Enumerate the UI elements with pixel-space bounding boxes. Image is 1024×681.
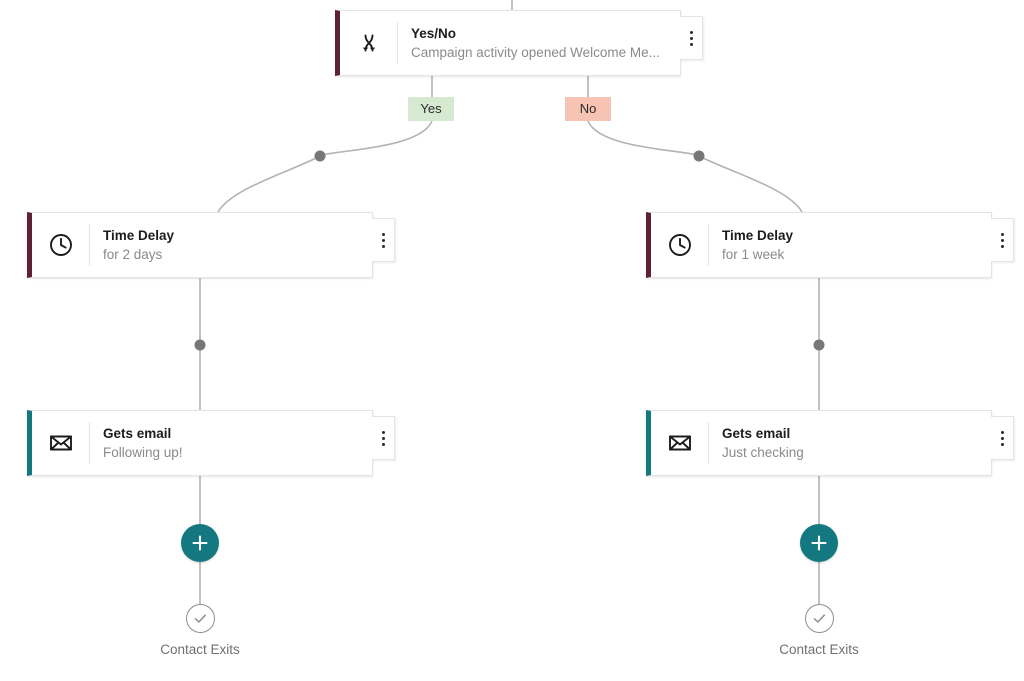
contact-exit-left: Contact Exits (120, 604, 280, 657)
add-step-button-right[interactable] (800, 524, 838, 562)
check-circle-icon (804, 604, 834, 633)
node-title: Time Delay (722, 227, 794, 243)
node-subtitle: Campaign activity opened Welcome Me... (411, 44, 660, 60)
contact-exit-label: Contact Exits (779, 642, 859, 657)
envelope-icon (32, 411, 89, 475)
node-time-delay-right[interactable]: Time Delay for 1 week (646, 212, 992, 278)
workflow-canvas[interactable]: Yes/No Campaign activity opened Welcome … (0, 0, 1024, 681)
kebab-dot (381, 442, 385, 446)
edge-no-to-delay-right-2 (698, 155, 803, 213)
node-gets-email-left[interactable]: Gets email Following up! (27, 410, 373, 476)
node-title: Gets email (103, 425, 172, 441)
kebab-dot (1000, 442, 1004, 446)
edge-dot-left-chain (194, 339, 206, 351)
kebab-dot (381, 430, 385, 434)
check-circle-icon (185, 604, 215, 633)
branch-label-no[interactable]: No (565, 97, 611, 121)
node-text-block: Gets email Just checking (709, 411, 991, 475)
branch-label-yes[interactable]: Yes (408, 97, 454, 121)
edge-dot-no (693, 150, 705, 162)
node-subtitle: Just checking (722, 444, 804, 460)
kebab-dot (381, 238, 385, 242)
node-text-block: Time Delay for 1 week (709, 213, 991, 277)
node-menu-button-time-delay-right[interactable] (991, 218, 1014, 262)
kebab-dot (1000, 232, 1004, 236)
edge-yes-to-delay-left-2 (217, 155, 321, 213)
edge-dot-yes (314, 150, 326, 162)
node-gets-email-right[interactable]: Gets email Just checking (646, 410, 992, 476)
kebab-dot (1000, 430, 1004, 434)
node-subtitle: Following up! (103, 444, 183, 460)
plus-icon (811, 535, 827, 551)
node-time-delay-left[interactable]: Time Delay for 2 days (27, 212, 373, 278)
node-menu-button-gets-email-left[interactable] (372, 416, 395, 460)
node-subtitle: for 1 week (722, 246, 785, 262)
kebab-dot (381, 244, 385, 248)
node-title: Time Delay (103, 227, 175, 243)
contact-exit-right: Contact Exits (739, 604, 899, 657)
node-subtitle: for 2 days (103, 246, 163, 262)
node-condition-yes-no[interactable]: Yes/No Campaign activity opened Welcome … (335, 10, 681, 76)
branch-split-icon (340, 11, 397, 75)
plus-icon (192, 535, 208, 551)
connector-edges (194, 0, 825, 604)
edge-dot-right-chain (813, 339, 825, 351)
add-step-button-left[interactable] (181, 524, 219, 562)
node-text-block: Gets email Following up! (90, 411, 372, 475)
kebab-dot (381, 232, 385, 236)
contact-exit-label: Contact Exits (160, 642, 240, 657)
edge-no-to-delay-right (587, 120, 700, 157)
kebab-dot (1000, 436, 1004, 440)
edge-yes-to-delay-left (319, 120, 433, 157)
node-text-block: Yes/No Campaign activity opened Welcome … (398, 11, 680, 75)
node-menu-button-condition[interactable] (680, 16, 703, 60)
envelope-icon (651, 411, 708, 475)
kebab-dot (1000, 244, 1004, 248)
kebab-dot (689, 30, 693, 34)
kebab-dot (381, 436, 385, 440)
node-title: Gets email (722, 425, 791, 441)
kebab-dot (1000, 238, 1004, 242)
node-title: Yes/No (411, 25, 457, 41)
kebab-dot (689, 36, 693, 40)
clock-icon (32, 213, 89, 277)
node-menu-button-gets-email-right[interactable] (991, 416, 1014, 460)
clock-icon (651, 213, 708, 277)
node-text-block: Time Delay for 2 days (90, 213, 372, 277)
kebab-dot (689, 42, 693, 46)
node-menu-button-time-delay-left[interactable] (372, 218, 395, 262)
